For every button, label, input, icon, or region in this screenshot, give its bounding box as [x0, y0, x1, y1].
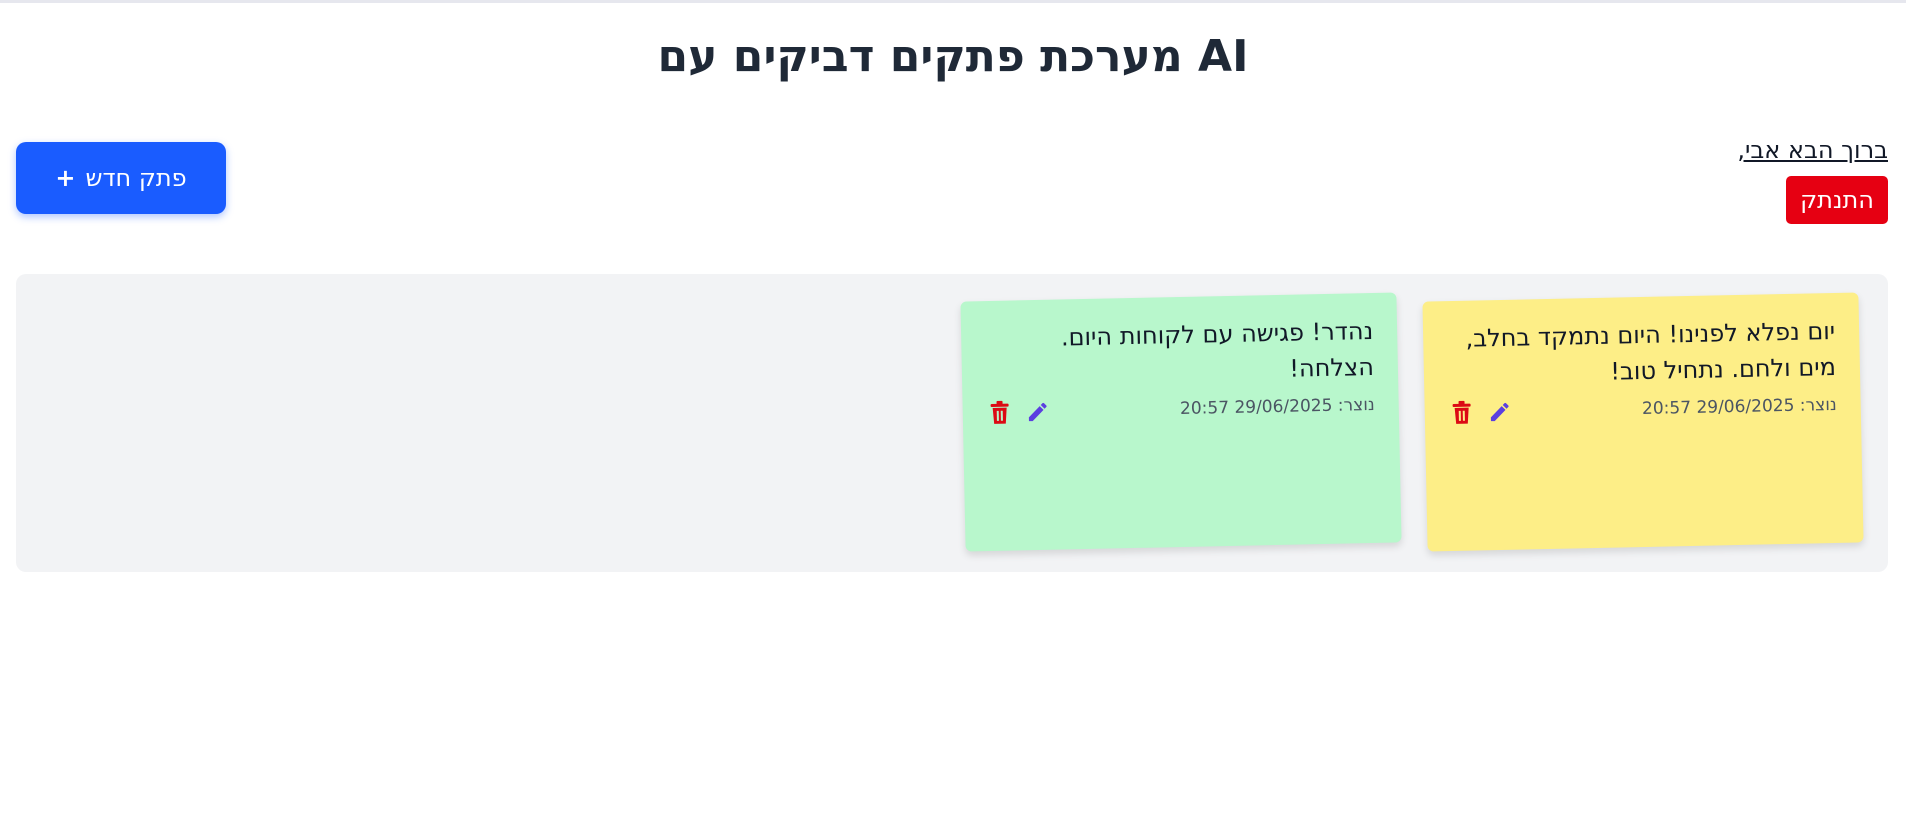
notes-board: יום נפלא לפנינו! היום נתמקד בחלב, מים ול… [16, 274, 1888, 572]
note-text-line: נהדר! פגישה עם לקוחות היום. [1060, 316, 1374, 352]
note-footer: נוצר: 29/06/2025 20:57 [986, 391, 1375, 427]
note-actions [986, 398, 1051, 427]
note-created-date: נוצר: 29/06/2025 20:57 [1179, 394, 1375, 420]
top-border [0, 0, 1906, 3]
trash-icon[interactable] [1448, 399, 1475, 428]
note-text-line: יום נפלא לפנינו! היום נתמקד בחלב, [1465, 316, 1836, 353]
new-note-label: פתק חדש [85, 164, 187, 192]
sticky-note[interactable]: יום נפלא לפנינו! היום נתמקד בחלב, מים ול… [1422, 292, 1864, 552]
note-footer: נוצר: 29/06/2025 20:57 [1448, 391, 1837, 427]
new-note-button[interactable]: פתק חדש + [16, 142, 226, 214]
note-created-date: נוצר: 29/06/2025 20:57 [1641, 394, 1837, 420]
note-text: יום נפלא לפנינו! היום נתמקד בחלב, מים ול… [1447, 313, 1836, 393]
page-title: מערכת פתקים דביקים עם AI [657, 31, 1249, 82]
note-text-line: מים ולחם. נתחיל טוב! [1610, 352, 1837, 386]
sticky-note[interactable]: נהדר! פגישה עם לקוחות היום. הצלחה! נוצר:… [960, 292, 1402, 552]
welcome-link[interactable]: ברוך הבא אבי, [1737, 134, 1888, 166]
pencil-icon[interactable] [1486, 398, 1513, 427]
pencil-icon[interactable] [1024, 398, 1051, 427]
user-box: ברוך הבא אבי, התנתק [1737, 134, 1888, 224]
note-text: נהדר! פגישה עם לקוחות היום. הצלחה! [985, 313, 1375, 393]
note-actions [1448, 398, 1513, 427]
logout-button[interactable]: התנתק [1786, 176, 1888, 224]
note-text-line: הצלחה! [1289, 352, 1375, 383]
trash-icon[interactable] [986, 399, 1013, 428]
plus-icon: + [55, 164, 76, 192]
